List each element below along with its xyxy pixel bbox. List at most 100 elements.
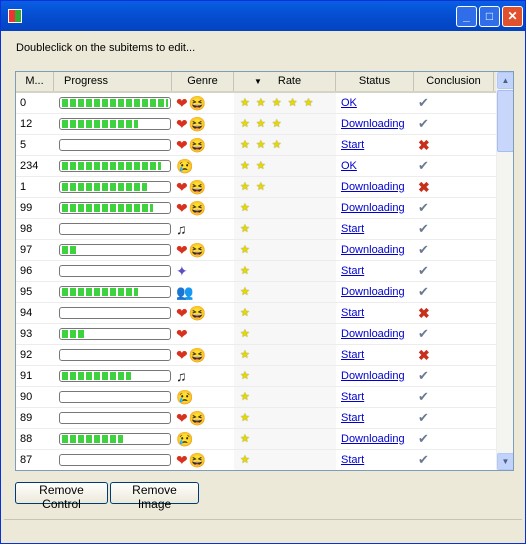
status-link[interactable]: Downloading	[341, 118, 405, 130]
rate-cell[interactable]: ★	[240, 387, 256, 407]
progress-bar[interactable]	[59, 307, 171, 319]
cross-icon[interactable]: ✖	[418, 303, 430, 323]
table-row[interactable]: 98 ♫ ★ Start ✔	[16, 219, 496, 240]
progress-bar[interactable]	[59, 391, 171, 403]
genre-cell[interactable]: ❤😆	[176, 198, 207, 218]
check-icon[interactable]: ✔	[418, 324, 429, 344]
rate-cell[interactable]: ★	[240, 345, 256, 365]
status-link[interactable]: Downloading	[341, 181, 405, 193]
table-row[interactable]: 96 ✦ ★ Start ✔	[16, 261, 496, 282]
genre-cell[interactable]: ♫	[176, 219, 188, 239]
status-link[interactable]: Downloading	[341, 328, 405, 340]
table-row[interactable]: 93 ❤ ★ Downloading ✔	[16, 324, 496, 345]
check-icon[interactable]: ✔	[418, 450, 429, 470]
genre-cell[interactable]: ❤😆	[176, 240, 207, 260]
rate-cell[interactable]: ★	[240, 303, 256, 323]
rate-cell[interactable]: ★	[240, 240, 256, 260]
table-row[interactable]: 5 ❤😆 ★ ★ ★ Start ✖	[16, 135, 496, 156]
vertical-scrollbar[interactable]: ▲ ▼	[496, 72, 513, 470]
rate-cell[interactable]: ★ ★ ★	[240, 114, 288, 134]
m-cell[interactable]: 98	[20, 219, 32, 239]
status-link[interactable]: Downloading	[341, 244, 405, 256]
table-row[interactable]: 90 😢 ★ Start ✔	[16, 387, 496, 408]
table-row[interactable]: 94 ❤😆 ★ Start ✖	[16, 303, 496, 324]
check-icon[interactable]: ✔	[418, 156, 429, 176]
m-cell[interactable]: 12	[20, 114, 32, 134]
m-cell[interactable]: 92	[20, 345, 32, 365]
genre-cell[interactable]: 😢	[176, 387, 194, 407]
rate-cell[interactable]: ★ ★	[240, 156, 272, 176]
cross-icon[interactable]: ✖	[418, 177, 430, 197]
progress-bar[interactable]	[59, 97, 171, 109]
check-icon[interactable]: ✔	[418, 219, 429, 239]
progress-bar[interactable]	[59, 370, 171, 382]
scroll-down-button[interactable]: ▼	[497, 453, 513, 470]
status-link[interactable]: Downloading	[341, 202, 405, 214]
scroll-up-button[interactable]: ▲	[497, 72, 513, 89]
genre-cell[interactable]: ❤😆	[176, 114, 207, 134]
genre-cell[interactable]: ❤😆	[176, 450, 207, 470]
check-icon[interactable]: ✔	[418, 114, 429, 134]
check-icon[interactable]: ✔	[418, 408, 429, 428]
column-header-rate[interactable]: ▼ Rate	[234, 72, 336, 91]
rate-cell[interactable]: ★	[240, 282, 256, 302]
maximize-button[interactable]: □	[479, 6, 500, 27]
progress-bar[interactable]	[59, 181, 171, 193]
table-row[interactable]: 91 ♫ ★ Downloading ✔	[16, 366, 496, 387]
genre-cell[interactable]: ✦	[176, 261, 189, 281]
column-header-conclusion[interactable]: Conclusion	[414, 72, 494, 91]
progress-bar[interactable]	[59, 454, 171, 466]
rate-cell[interactable]: ★	[240, 408, 256, 428]
check-icon[interactable]: ✔	[418, 282, 429, 302]
cross-icon[interactable]: ✖	[418, 135, 430, 155]
status-link[interactable]: OK	[341, 97, 357, 109]
progress-bar[interactable]	[59, 328, 171, 340]
m-cell[interactable]: 97	[20, 240, 32, 260]
m-cell[interactable]: 0	[20, 93, 26, 113]
progress-bar[interactable]	[59, 265, 171, 277]
genre-cell[interactable]: 😢	[176, 429, 194, 449]
progress-bar[interactable]	[59, 160, 171, 172]
table-row[interactable]: 0 ❤😆 ★ ★ ★ ★ ★ OK ✔	[16, 93, 496, 114]
table-row[interactable]: 88 😢 ★ Downloading ✔	[16, 429, 496, 450]
table-row[interactable]: 89 ❤😆 ★ Start ✔	[16, 408, 496, 429]
genre-cell[interactable]: 👥	[176, 282, 194, 302]
column-header-m[interactable]: M...	[16, 72, 54, 91]
progress-bar[interactable]	[59, 244, 171, 256]
genre-cell[interactable]: ❤😆	[176, 135, 207, 155]
remove-image-button[interactable]: Remove Image	[110, 482, 199, 511]
check-icon[interactable]: ✔	[418, 429, 429, 449]
m-cell[interactable]: 91	[20, 366, 32, 386]
progress-bar[interactable]	[59, 139, 171, 151]
genre-cell[interactable]: ❤😆	[176, 408, 207, 428]
check-icon[interactable]: ✔	[418, 93, 429, 113]
genre-cell[interactable]: 😢	[176, 156, 194, 176]
table-row[interactable]: 92 ❤😆 ★ Start ✖	[16, 345, 496, 366]
genre-cell[interactable]: ❤😆	[176, 303, 207, 323]
check-icon[interactable]: ✔	[418, 240, 429, 260]
table-row[interactable]: 95 👥 ★ Downloading ✔	[16, 282, 496, 303]
column-header-status[interactable]: Status	[336, 72, 414, 91]
progress-bar[interactable]	[59, 286, 171, 298]
m-cell[interactable]: 95	[20, 282, 32, 302]
remove-control-button[interactable]: Remove Control	[15, 482, 108, 511]
m-cell[interactable]: 1	[20, 177, 26, 197]
m-cell[interactable]: 88	[20, 429, 32, 449]
genre-cell[interactable]: ❤😆	[176, 345, 207, 365]
list-view[interactable]: M... Progress Genre ▼ Rate Status Conclus…	[15, 71, 514, 471]
status-link[interactable]: Start	[341, 139, 364, 151]
status-link[interactable]: Downloading	[341, 370, 405, 382]
rate-cell[interactable]: ★	[240, 219, 256, 239]
table-row[interactable]: 234 😢 ★ ★ OK ✔	[16, 156, 496, 177]
rate-cell[interactable]: ★	[240, 450, 256, 470]
table-row[interactable]: 97 ❤😆 ★ Downloading ✔	[16, 240, 496, 261]
close-button[interactable]: ✕	[502, 6, 523, 27]
column-header-progress[interactable]: Progress	[54, 72, 172, 91]
rate-cell[interactable]: ★ ★	[240, 177, 272, 197]
status-link[interactable]: Downloading	[341, 286, 405, 298]
genre-cell[interactable]: ❤😆	[176, 93, 207, 113]
m-cell[interactable]: 96	[20, 261, 32, 281]
progress-bar[interactable]	[59, 118, 171, 130]
scroll-thumb[interactable]	[497, 90, 513, 152]
m-cell[interactable]: 99	[20, 198, 32, 218]
